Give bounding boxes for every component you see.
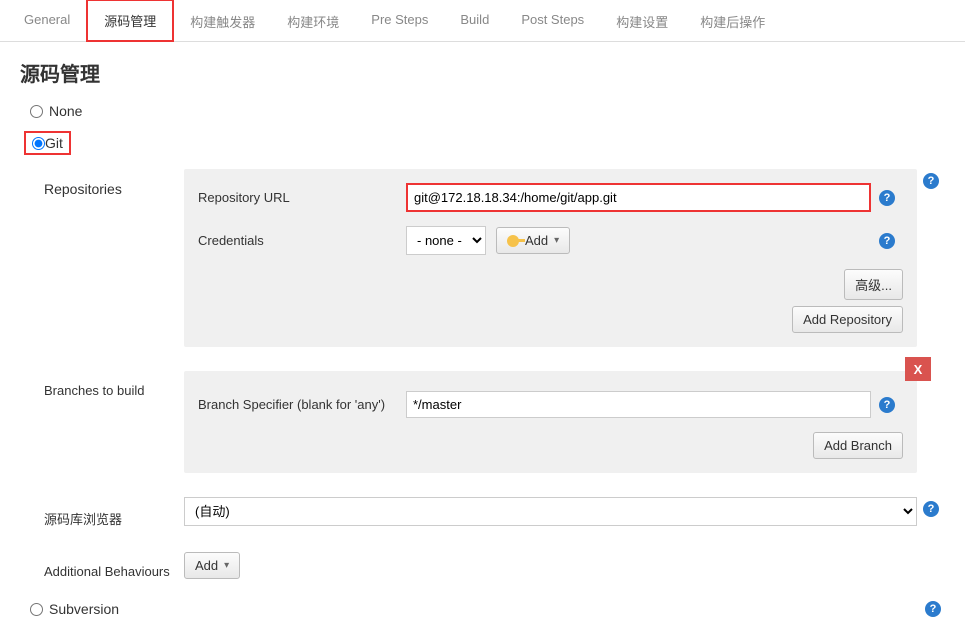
radio-none[interactable] — [30, 105, 43, 118]
help-icon[interactable]: ? — [879, 397, 895, 413]
config-tabs: General 源码管理 构建触发器 构建环境 Pre Steps Build … — [0, 0, 965, 42]
repo-browser-select[interactable]: (自动) — [184, 497, 917, 526]
add-credentials-label: Add — [525, 233, 548, 248]
add-repository-button[interactable]: Add Repository — [792, 306, 903, 333]
tab-pre-steps[interactable]: Pre Steps — [355, 0, 444, 41]
add-credentials-button[interactable]: Add ▾ — [496, 227, 570, 254]
radio-subversion[interactable] — [30, 603, 43, 616]
repo-browser-label: 源码库浏览器 — [44, 497, 184, 528]
help-icon[interactable]: ? — [879, 233, 895, 249]
branches-panel: X Branch Specifier (blank for 'any') ? A… — [184, 371, 917, 473]
tab-postbuild[interactable]: 构建后操作 — [684, 0, 781, 41]
help-icon[interactable]: ? — [879, 190, 895, 206]
scm-option-git[interactable]: Git — [24, 131, 71, 155]
key-icon — [507, 235, 519, 247]
branches-label: Branches to build — [44, 371, 184, 398]
radio-subversion-label: Subversion — [49, 601, 119, 617]
repositories-panel: Repository URL ? Credentials - none - Ad… — [184, 169, 917, 347]
repo-url-highlight — [406, 183, 871, 212]
scm-option-none[interactable]: None — [20, 97, 945, 125]
scm-option-subversion[interactable]: Subversion — [30, 601, 119, 617]
help-icon[interactable]: ? — [925, 601, 941, 617]
tab-triggers[interactable]: 构建触发器 — [174, 0, 271, 41]
radio-none-label: None — [49, 103, 82, 119]
radio-git[interactable] — [32, 137, 45, 150]
credentials-label: Credentials — [198, 233, 398, 248]
tab-general[interactable]: General — [8, 0, 86, 41]
tab-env[interactable]: 构建环境 — [271, 0, 355, 41]
credentials-select[interactable]: - none - — [406, 226, 486, 255]
repo-url-label: Repository URL — [198, 190, 398, 205]
tab-build[interactable]: Build — [444, 0, 505, 41]
repositories-label: Repositories — [44, 169, 184, 197]
radio-git-label: Git — [45, 135, 63, 151]
branch-specifier-input[interactable] — [406, 391, 871, 418]
additional-behaviours-label: Additional Behaviours — [44, 552, 184, 579]
tab-scm[interactable]: 源码管理 — [86, 0, 174, 42]
repo-url-input[interactable] — [408, 185, 869, 210]
add-branch-button[interactable]: Add Branch — [813, 432, 903, 459]
delete-branch-button[interactable]: X — [905, 357, 931, 381]
branch-specifier-label: Branch Specifier (blank for 'any') — [198, 397, 398, 412]
tab-build-settings[interactable]: 构建设置 — [600, 0, 684, 41]
add-behaviour-button[interactable]: Add — [184, 552, 240, 579]
help-icon[interactable]: ? — [923, 501, 939, 517]
advanced-button[interactable]: 高级... — [844, 269, 903, 300]
help-icon[interactable]: ? — [923, 173, 939, 189]
tab-post-steps[interactable]: Post Steps — [505, 0, 600, 41]
section-title-scm: 源码管理 — [0, 42, 965, 97]
